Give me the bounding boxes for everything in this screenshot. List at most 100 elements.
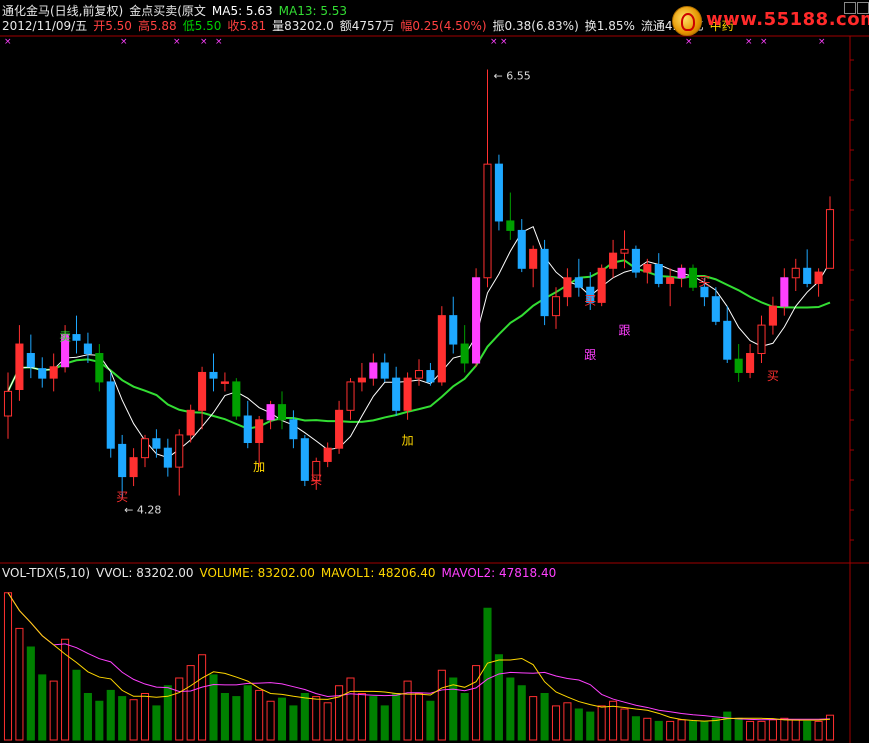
- volume-bar: [654, 720, 663, 741]
- candle-body: [563, 277, 572, 298]
- volume-bar: [688, 720, 698, 741]
- header2-item-5: 量83202.0: [272, 19, 334, 33]
- header2-item-6: 额4757万: [339, 19, 395, 33]
- window-close-icon[interactable]: [857, 2, 869, 14]
- ma5-line: [7, 225, 831, 459]
- candle-body: [768, 305, 777, 326]
- header2-item-0: 2012/11/09/五: [2, 19, 88, 33]
- volume-bar: [460, 693, 469, 741]
- signal-label-9: 买: [767, 369, 779, 383]
- signal-label-0: 卖: [59, 329, 71, 343]
- volume-bar: [118, 696, 127, 741]
- vol-header-item-2: VOLUME: 83202.00: [199, 566, 315, 580]
- top-marker-8: ×: [745, 37, 753, 47]
- header1-item-3: MA13: 5.53: [278, 4, 348, 18]
- candle-body: [620, 248, 629, 254]
- top-marker-2: ×: [173, 37, 181, 47]
- volume-bar: [140, 693, 150, 741]
- volume-bar: [517, 685, 526, 741]
- candle-body: [392, 377, 401, 411]
- candle-body: [369, 362, 378, 379]
- volume-bar: [791, 719, 800, 741]
- volume-bar: [609, 700, 618, 741]
- logo-icon: [672, 6, 702, 36]
- top-marker-0: ×: [4, 37, 12, 47]
- candle-body: [323, 447, 332, 462]
- candle-body: [255, 419, 264, 444]
- header1-item-1: 金点买卖(原文: [129, 4, 206, 18]
- site-logo[interactable]: www.55188.com: [672, 6, 869, 36]
- volume-bar: [335, 685, 344, 741]
- top-marker-5: ×: [490, 37, 498, 47]
- volume-bar: [631, 716, 640, 741]
- volume-bar: [220, 693, 229, 741]
- volume-bar: [437, 669, 446, 741]
- candle-body: [803, 267, 812, 284]
- candle-body: [198, 371, 207, 411]
- volume-bar: [3, 592, 13, 741]
- volume-bar: [414, 693, 424, 741]
- volume-bar: [814, 720, 823, 741]
- signal-label-5: 买: [584, 293, 596, 307]
- candle-body: [529, 248, 538, 269]
- candle-body: [449, 315, 458, 345]
- vol-header-item-0: VOL-TDX(5,10): [2, 566, 91, 580]
- top-marker-10: ×: [818, 37, 826, 47]
- candle-body: [15, 343, 24, 390]
- candle-body: [38, 368, 47, 379]
- candle-body: [757, 324, 766, 355]
- candle-body: [118, 443, 127, 478]
- candle-body: [106, 381, 115, 449]
- top-marker-6: ×: [500, 37, 508, 47]
- candle-body: [540, 248, 549, 317]
- candle-body: [780, 277, 789, 307]
- candle-body: [380, 362, 389, 379]
- volume-bar: [666, 720, 675, 741]
- volume-bar: [163, 685, 172, 741]
- volume-bar: [380, 705, 389, 741]
- volume-bar: [780, 717, 789, 741]
- candle-body: [517, 229, 526, 269]
- candle-body: [574, 277, 583, 288]
- candle-body: [551, 296, 561, 317]
- candle-body: [83, 343, 92, 355]
- volume-bar: [175, 677, 184, 741]
- header2-item-4: 收5.81: [227, 19, 267, 33]
- header2-item-9: 换1.85%: [584, 19, 635, 33]
- header1-item-0: 通化金马(日线,前复权): [2, 4, 124, 18]
- candle-body: [814, 271, 823, 284]
- window-restore-icon[interactable]: [844, 2, 856, 14]
- volume-bar: [494, 654, 503, 741]
- volume-bar: [277, 697, 287, 741]
- candle-body: [506, 220, 515, 231]
- volume-bar: [551, 705, 561, 741]
- volume-bar: [574, 708, 583, 741]
- volume-bar: [232, 696, 241, 741]
- volume-bar: [757, 720, 766, 741]
- volume-bar: [312, 696, 321, 741]
- header2-item-3: 低5.50: [182, 19, 222, 33]
- volume-bar: [449, 677, 458, 741]
- top-marker-4: ×: [215, 37, 223, 47]
- candle-body: [220, 381, 229, 384]
- candle-body: [186, 409, 195, 436]
- volume-bar: [540, 693, 549, 741]
- header2-item-1: 开5.50: [93, 19, 132, 33]
- candle-body: [414, 370, 424, 379]
- candle-body: [277, 404, 287, 421]
- kline-chart[interactable]: × × × × × × × × × × ×← 6.55← 4.28卖加买买加买跟跟买买: [0, 0, 869, 743]
- candle-body: [677, 267, 686, 279]
- signal-label-8: 买: [698, 274, 710, 288]
- volume-bar: [15, 627, 24, 741]
- volume-bar: [392, 693, 401, 741]
- signal-label-6: 跟: [584, 348, 596, 362]
- volume-bar: [768, 719, 777, 741]
- candle-body: [734, 358, 743, 373]
- volume-bar: [26, 646, 35, 741]
- top-marker-1: ×: [120, 37, 128, 47]
- volume-bar: [129, 699, 138, 741]
- signal-label-7: 跟: [619, 324, 631, 338]
- price-header-line1: 通化金马(日线,前复权) 金点买卖(原文 MA5: 5.63 MA13: 5.53: [2, 4, 353, 18]
- signal-label-2: 买: [116, 490, 128, 504]
- candle-body: [825, 209, 835, 269]
